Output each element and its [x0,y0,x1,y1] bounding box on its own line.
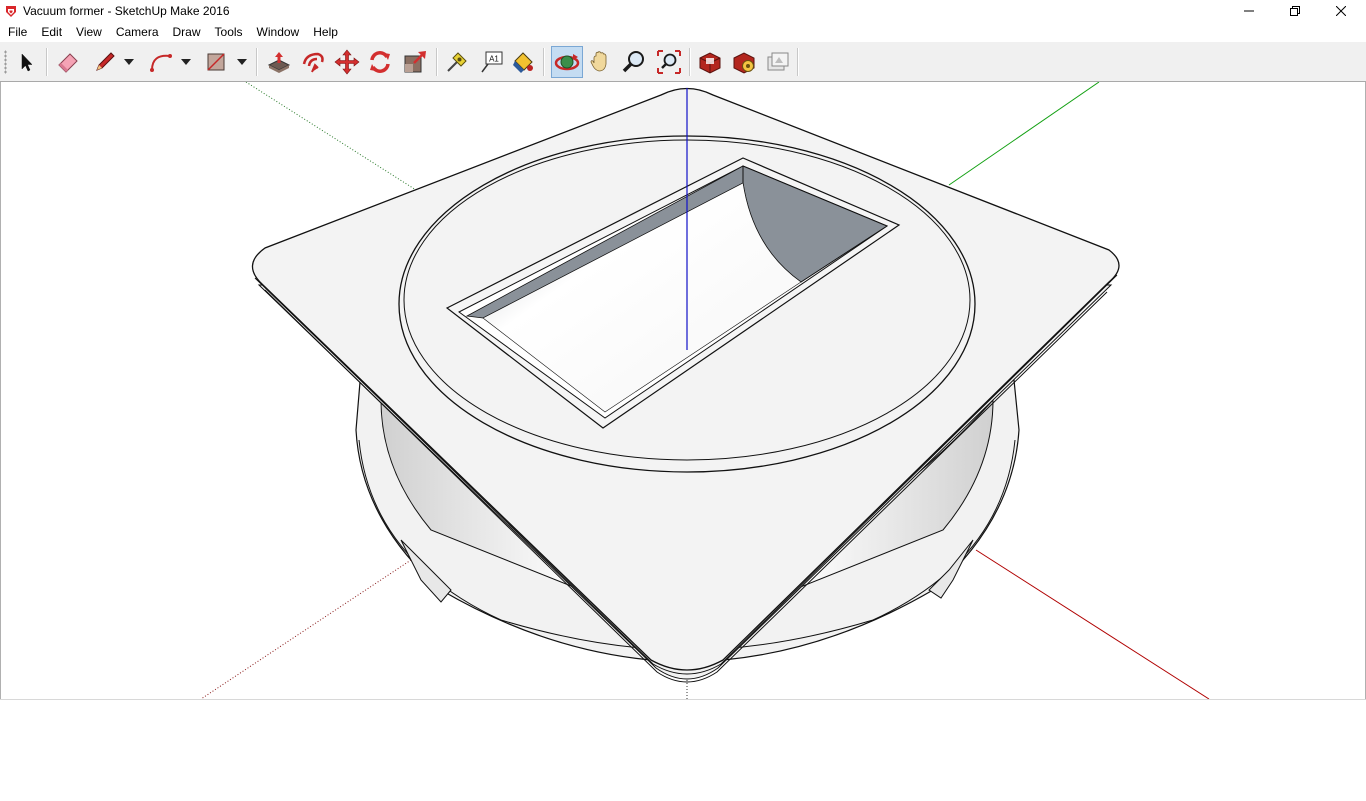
tape-measure-icon [447,52,467,72]
arc-tool-dropdown[interactable] [179,47,193,77]
push-pull-tool[interactable] [264,47,294,77]
menu-view[interactable]: View [69,22,109,42]
scale-tool[interactable] [400,47,430,77]
menu-draw[interactable]: Draw [166,22,208,42]
offset-icon [302,52,324,73]
line-tool[interactable] [90,47,120,77]
move-arrows-icon [334,49,360,75]
eraser-tool[interactable] [53,47,83,77]
close-button[interactable] [1318,0,1364,22]
rectangle-tool[interactable] [201,47,231,77]
pan-tool[interactable] [586,47,616,77]
text-label-icon: A1 [481,51,503,73]
window-title: Vacuum former - SketchUp Make 2016 [23,4,230,18]
orbit-icon [554,54,580,71]
rotate-tool[interactable] [365,47,395,77]
menu-edit[interactable]: Edit [34,22,69,42]
scale-icon [404,51,426,73]
menu-help[interactable]: Help [306,22,345,42]
tape-measure-tool[interactable] [442,47,472,77]
rectangle-icon [207,53,225,71]
paint-bucket-icon [513,52,533,73]
magnifier-icon [622,51,644,73]
green-axis-hidden [245,82,417,191]
extension-warehouse-tool[interactable] [729,47,759,77]
hand-icon [590,51,607,72]
text-tool-label: A1 [489,55,499,64]
line-tool-dropdown[interactable] [122,47,136,77]
menu-file[interactable]: File [0,22,34,42]
restore-icon [1290,6,1300,16]
arc-tool[interactable] [146,47,176,77]
warehouse-icon [699,52,721,74]
move-tool[interactable] [332,47,362,77]
toolbar-grip[interactable] [4,50,7,74]
minimize-icon [1244,10,1254,12]
status-area [0,699,1366,801]
3d-warehouse-tool[interactable] [695,47,725,77]
red-axis [975,549,1210,699]
push-pull-icon [267,52,291,73]
offset-tool[interactable] [298,47,328,77]
red-axis-hidden [200,559,412,699]
title-bar: Vacuum former - SketchUp Make 2016 [0,0,1366,22]
zoom-extents-icon [657,50,681,74]
orbit-tool[interactable] [551,46,583,78]
chevron-down-icon [237,59,247,65]
chevron-down-icon [181,59,191,65]
close-icon [1336,6,1346,16]
chevron-down-icon [124,59,134,65]
model-viewport[interactable] [0,82,1366,699]
restore-button[interactable] [1272,0,1318,22]
eraser-icon [58,53,78,73]
minimize-button[interactable] [1226,0,1272,22]
menu-tools[interactable]: Tools [208,22,250,42]
arc-icon [150,54,172,72]
sketchup-logo-icon [4,4,18,18]
rectangle-tool-dropdown[interactable] [235,47,249,77]
paint-bucket-tool[interactable] [508,47,538,77]
send-to-layout-tool[interactable] [763,47,793,77]
3d-model-canvas[interactable] [1,82,1366,699]
zoom-extents-tool[interactable] [654,47,684,77]
pencil-icon [96,52,115,71]
menu-window[interactable]: Window [250,22,307,42]
menu-bar: File Edit View Camera Draw Tools Window … [0,22,1366,42]
menu-camera[interactable]: Camera [109,22,166,42]
select-tool[interactable] [12,47,42,77]
rotate-icon [370,51,390,73]
extension-icon [733,52,755,74]
text-tool[interactable]: A1 [476,47,506,77]
getting-started-toolbar: A1 [0,42,1366,82]
arrow-cursor-icon [21,53,33,72]
zoom-tool[interactable] [619,47,649,77]
layout-icon [767,52,789,71]
green-axis [948,82,1100,186]
